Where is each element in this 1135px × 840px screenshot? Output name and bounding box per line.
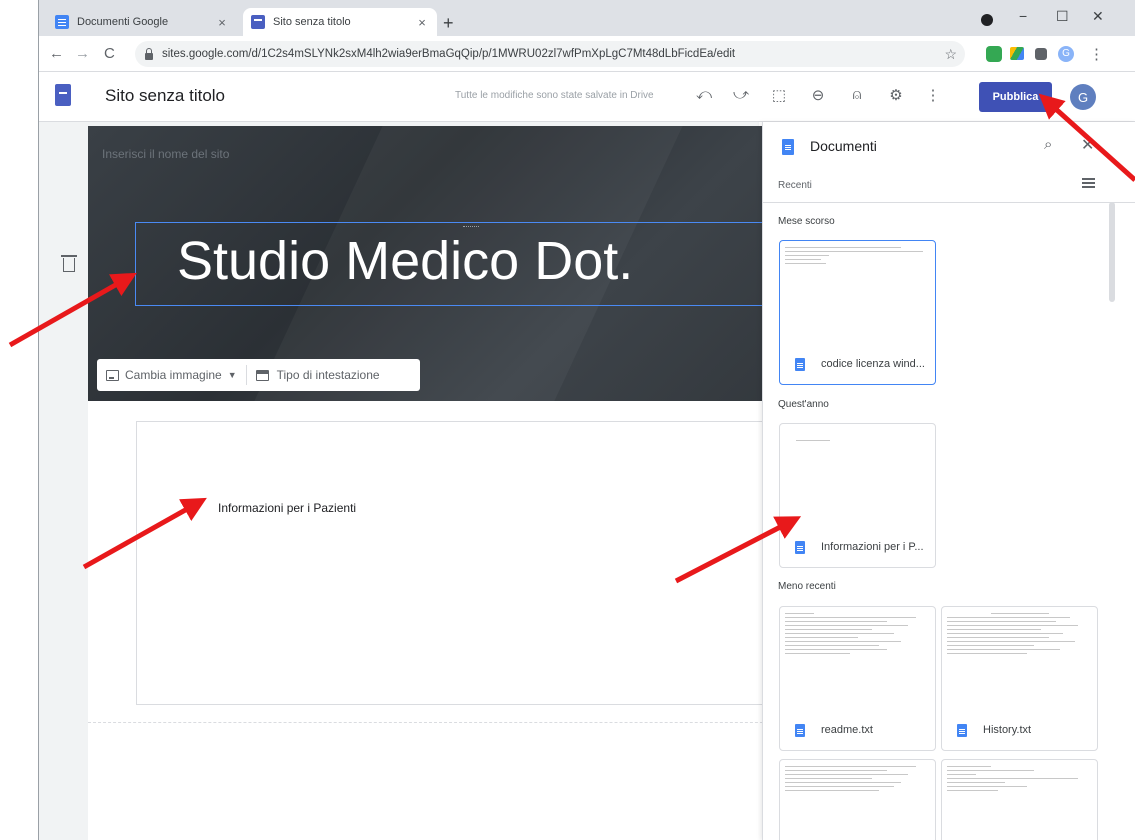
puzzle-icon[interactable] bbox=[1035, 48, 1047, 60]
list-view-icon[interactable] bbox=[1082, 178, 1095, 188]
header-type-icon bbox=[255, 369, 269, 381]
panel-scrollbar[interactable] bbox=[1109, 202, 1115, 302]
docs-icon bbox=[782, 139, 794, 155]
bookmark-star-icon[interactable]: ☆ bbox=[944, 46, 957, 63]
section-label: Mese scorso bbox=[778, 216, 835, 227]
undo-icon[interactable]: ⤺ bbox=[694, 86, 714, 103]
doc-card-footer: History.txt bbox=[942, 710, 1097, 750]
doc-thumbnail bbox=[780, 760, 935, 840]
doc-name: History.txt bbox=[983, 724, 1032, 736]
back-button[interactable]: ← bbox=[49, 45, 64, 62]
header-type-button[interactable]: Tipo di intestazione bbox=[247, 368, 389, 382]
search-icon[interactable]: ⌕ bbox=[1044, 136, 1052, 153]
tab-title: Documenti Google bbox=[77, 16, 169, 28]
maximize-button[interactable]: ☐ bbox=[1056, 8, 1069, 25]
change-image-label: Cambia immagine bbox=[125, 368, 222, 382]
lock-icon bbox=[145, 47, 153, 60]
sites-favicon-icon bbox=[251, 15, 265, 29]
doc-name: codice licenza wind... bbox=[821, 358, 925, 370]
doc-thumbnail bbox=[942, 760, 1097, 840]
close-icon[interactable]: ✕ bbox=[1081, 135, 1094, 155]
profile-dot-icon[interactable] bbox=[981, 14, 993, 26]
doc-name: Informazioni per i P... bbox=[821, 541, 924, 553]
hero-toolbar: Cambia immagine ▼ Tipo di intestazione bbox=[97, 359, 420, 391]
doc-card-footer: readme.txt bbox=[780, 710, 935, 750]
doc-file-icon bbox=[957, 723, 967, 737]
header-type-label: Tipo di intestazione bbox=[276, 368, 380, 382]
doc-thumbnail bbox=[780, 424, 935, 530]
link-icon[interactable]: ⊖ bbox=[808, 86, 828, 104]
tab-title: Sito senza titolo bbox=[273, 16, 351, 28]
section-label: Meno recenti bbox=[778, 581, 836, 592]
redo-icon[interactable]: ⤻ bbox=[731, 86, 751, 103]
url-text: sites.google.com/d/1C2s4mSLYNk2sxM4lh2wi… bbox=[162, 48, 736, 60]
address-bar[interactable]: sites.google.com/d/1C2s4mSLYNk2sxM4lh2wi… bbox=[135, 41, 965, 67]
profile-avatar-icon[interactable]: G bbox=[1058, 46, 1074, 62]
sites-logo-icon[interactable] bbox=[55, 84, 71, 106]
minimize-button[interactable]: − bbox=[1019, 8, 1027, 24]
documents-panel: Documenti ⌕ ✕ Recenti Mese scorso codice… bbox=[762, 122, 1135, 840]
doc-card[interactable] bbox=[779, 759, 936, 840]
tab-close-icon[interactable]: × bbox=[415, 15, 429, 30]
doc-thumbnail bbox=[780, 607, 935, 713]
sort-label[interactable]: Recenti bbox=[778, 180, 812, 191]
docs-favicon-icon bbox=[55, 15, 69, 29]
content-text[interactable]: Informazioni per i Pazienti bbox=[218, 501, 356, 515]
doc-card[interactable]: codice licenza wind... bbox=[779, 240, 936, 385]
site-title[interactable]: Sito senza titolo bbox=[105, 86, 225, 106]
hero-heading[interactable]: Studio Medico Dot. bbox=[177, 230, 633, 292]
doc-card[interactable]: History.txt bbox=[941, 606, 1098, 751]
delete-section-icon[interactable] bbox=[61, 255, 77, 272]
browser-toolbar: ← → C sites.google.com/d/1C2s4mSLYNk2sxM… bbox=[39, 36, 1135, 72]
doc-file-icon bbox=[795, 723, 805, 737]
section-label: Quest'anno bbox=[778, 399, 829, 410]
window-close-button[interactable]: ✕ bbox=[1092, 8, 1104, 25]
publish-button[interactable]: Pubblica bbox=[979, 82, 1052, 112]
browser-window: Documenti Google × Sito senza titolo × +… bbox=[38, 0, 1135, 840]
forward-button[interactable]: → bbox=[75, 45, 90, 62]
doc-file-icon bbox=[795, 540, 805, 554]
panel-divider bbox=[763, 202, 1135, 203]
doc-thumbnail bbox=[780, 241, 935, 347]
doc-card-footer: codice licenza wind... bbox=[780, 344, 935, 384]
drive-icon[interactable] bbox=[1010, 47, 1024, 60]
saved-status: Tutte le modifiche sono state salvate in… bbox=[455, 90, 654, 101]
tab-sito-senza-titolo[interactable]: Sito senza titolo × bbox=[243, 8, 437, 36]
section-divider bbox=[88, 722, 788, 723]
drag-handle-icon[interactable] bbox=[463, 226, 479, 229]
tab-strip: Documenti Google × Sito senza titolo × +… bbox=[39, 0, 1135, 36]
doc-card-footer: Informazioni per i P... bbox=[780, 527, 935, 567]
doc-card[interactable]: Informazioni per i P... bbox=[779, 423, 936, 568]
user-avatar[interactable]: G bbox=[1070, 84, 1096, 110]
tab-close-icon[interactable]: × bbox=[215, 15, 229, 30]
preview-icon[interactable]: ⬚ bbox=[769, 86, 789, 104]
content-section[interactable] bbox=[136, 421, 776, 705]
doc-card[interactable] bbox=[941, 759, 1098, 840]
change-image-button[interactable]: Cambia immagine ▼ bbox=[97, 368, 246, 382]
sites-header: Sito senza titolo Tutte le modifiche son… bbox=[39, 72, 1135, 122]
panel-title: Documenti bbox=[810, 138, 877, 154]
new-tab-button[interactable]: + bbox=[443, 13, 454, 34]
doc-card[interactable]: readme.txt bbox=[779, 606, 936, 751]
dropdown-caret-icon: ▼ bbox=[227, 370, 237, 380]
site-name-placeholder[interactable]: Inserisci il nome del sito bbox=[102, 147, 229, 161]
more-menu-icon[interactable]: ⋮ bbox=[923, 86, 943, 104]
reload-button[interactable]: C bbox=[104, 45, 115, 62]
settings-icon[interactable]: ⚙ bbox=[886, 86, 906, 104]
doc-file-icon bbox=[795, 357, 805, 371]
image-icon bbox=[106, 369, 119, 381]
browser-menu-icon[interactable]: ⋮ bbox=[1089, 45, 1104, 63]
extension-icon[interactable] bbox=[986, 46, 1002, 62]
tab-documenti-google[interactable]: Documenti Google × bbox=[47, 8, 237, 36]
doc-name: readme.txt bbox=[821, 724, 873, 736]
doc-thumbnail bbox=[942, 607, 1097, 713]
share-icon[interactable]: ⍝ bbox=[847, 86, 867, 103]
